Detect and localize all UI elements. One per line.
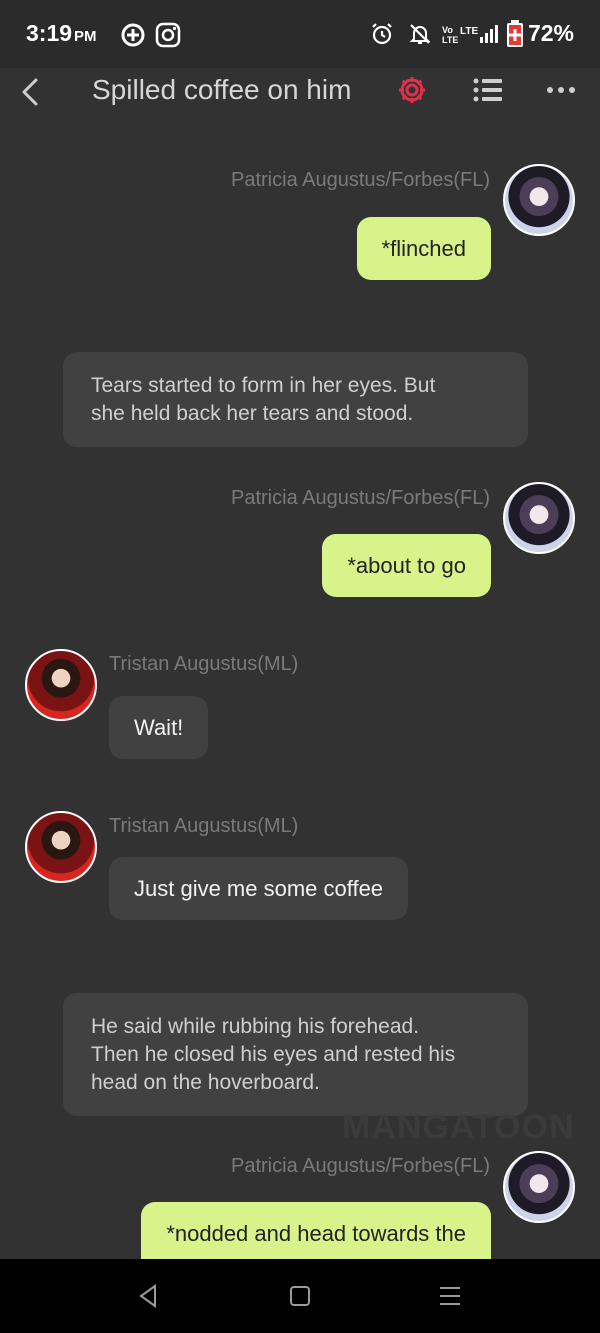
avatar[interactable] <box>503 482 575 554</box>
sender-name: Patricia Augustus/Forbes(FL) <box>231 487 490 509</box>
nav-home-icon[interactable] <box>289 1283 311 1309</box>
alarm-icon <box>372 23 392 45</box>
battery-icon <box>507 20 523 47</box>
battery-percent: 72% <box>527 20 574 46</box>
sender-name: Patricia Augustus/Forbes(FL) <box>231 1155 490 1177</box>
sender-name: Patricia Augustus/Forbes(FL) <box>231 169 490 191</box>
watermark: MANGATOON <box>342 1108 575 1146</box>
avatar[interactable] <box>25 811 97 883</box>
page-title: Spilled coffee on him <box>92 74 352 105</box>
app-bar: Spilled coffee on him <box>0 68 600 118</box>
narration-line: Tears started to form in her eyes. But <box>91 374 436 397</box>
svg-text:LTE: LTE <box>442 35 458 45</box>
gamepad-icon <box>121 23 145 47</box>
nav-back-icon[interactable] <box>137 1283 159 1309</box>
sender-name: Tristan Augustus(ML) <box>109 815 299 837</box>
gear-icon[interactable] <box>396 74 428 106</box>
narration-line: Then he closed his eyes and rested his <box>91 1043 456 1066</box>
narration-line: He said while rubbing his forehead. <box>91 1015 420 1038</box>
system-nav-bar <box>0 1259 600 1333</box>
mute-icon <box>409 24 431 44</box>
message-bubble: *flinched <box>356 217 491 280</box>
svg-text:LTE: LTE <box>460 26 478 37</box>
status-time: 3:19 PM <box>26 20 97 46</box>
nav-menu-icon[interactable] <box>439 1283 461 1309</box>
back-arrow-icon[interactable] <box>16 74 46 110</box>
instagram-icon <box>155 22 181 48</box>
avatar[interactable] <box>503 164 575 236</box>
list-icon[interactable] <box>472 76 502 104</box>
sender-name: Tristan Augustus(ML) <box>109 653 299 675</box>
more-options-icon[interactable] <box>546 86 576 94</box>
narration-box: Tears started to form in her eyes. But s… <box>63 352 528 447</box>
svg-text:Vo: Vo <box>442 25 453 35</box>
avatar[interactable] <box>503 1151 575 1223</box>
avatar[interactable] <box>25 649 97 721</box>
message-bubble: Just give me some coffee <box>109 857 409 920</box>
message-bubble: *about to go <box>322 534 491 597</box>
narration-box: He said while rubbing his forehead. Then… <box>63 993 528 1116</box>
signal-icon: Vo LTE LTE <box>442 25 498 45</box>
status-bar: 3:19 PM Vo LTE LTE 72% <box>0 0 600 68</box>
message-bubble: Wait! <box>109 696 209 759</box>
narration-line: head on the hoverboard. <box>91 1071 320 1094</box>
narration-line: she held back her tears and stood. <box>91 402 414 425</box>
